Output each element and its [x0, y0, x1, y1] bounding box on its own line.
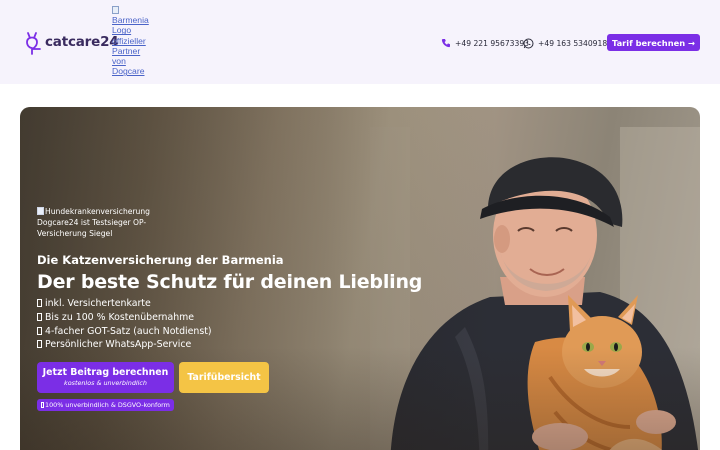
- feature-text: Persönlicher WhatsApp-Service: [45, 339, 192, 351]
- list-item: 4-facher GOT-Satz (auch Notdienst): [37, 325, 212, 339]
- whatsapp-link[interactable]: +49 163 5340918: [523, 36, 607, 50]
- partner-alt-text: Barmenia Logo offizieller Partner von Do…: [112, 15, 149, 77]
- hero-subtitle: Die Katzenversicherung der Barmenia: [37, 253, 284, 267]
- whatsapp-icon: [523, 38, 534, 48]
- whatsapp-number: +49 163 5340918: [538, 38, 608, 48]
- check-icon: [37, 340, 42, 349]
- check-icon: [37, 326, 42, 335]
- broken-image-icon: [37, 207, 44, 215]
- hero-title: Der beste Schutz für deinen Liebling: [37, 271, 423, 293]
- badge-text: 100% unverbindlich & DSGVO-konform: [45, 401, 170, 409]
- site-header: catcare24 Barmenia Logo offizieller Part…: [0, 0, 720, 84]
- logo-cat-mark-icon: [26, 32, 41, 55]
- tarifuebersicht-button[interactable]: Tarifübersicht: [179, 362, 269, 393]
- phone-number: +49 221 95673393: [455, 38, 529, 48]
- hero-banner: Hundekrankenversicherung Dogcare24 ist T…: [20, 107, 700, 450]
- check-icon: [37, 299, 42, 307]
- list-item: inkl. Versichertenkarte: [37, 297, 212, 311]
- cta-main-sublabel: kostenlos & unverbindlich: [64, 379, 147, 387]
- check-icon: [37, 312, 42, 321]
- tarif-berechnen-button[interactable]: Tarif berechnen →: [607, 34, 700, 51]
- logo[interactable]: catcare24: [24, 29, 119, 55]
- feature-list: inkl. Versichertenkarte Bis zu 100 % Kos…: [37, 297, 212, 352]
- beitrag-berechnen-button[interactable]: Jetzt Beitrag berechnen kostenlos & unve…: [37, 362, 174, 393]
- partner-logo-broken-image[interactable]: Barmenia Logo offizieller Partner von Do…: [112, 5, 149, 77]
- feature-text: inkl. Versichertenkarte: [45, 298, 151, 309]
- check-icon: [41, 402, 44, 408]
- broken-image-icon: [112, 6, 119, 14]
- phone-icon: [441, 39, 450, 48]
- siegel-alt-text: Hundekrankenversicherung Dogcare24 ist T…: [37, 207, 151, 238]
- list-item: Bis zu 100 % Kostenübernahme: [37, 311, 212, 325]
- logo-text: catcare24: [45, 34, 119, 50]
- phone-link[interactable]: +49 221 95673393: [441, 36, 529, 50]
- feature-text: Bis zu 100 % Kostenübernahme: [45, 311, 195, 323]
- dsgvo-badge: 100% unverbindlich & DSGVO-konform: [37, 399, 174, 411]
- cta-main-label: Jetzt Beitrag berechnen: [42, 367, 169, 378]
- list-item: Persönlicher WhatsApp-Service: [37, 338, 212, 352]
- feature-text: 4-facher GOT-Satz (auch Notdienst): [45, 325, 212, 337]
- testsieger-siegel-broken-image: Hundekrankenversicherung Dogcare24 ist T…: [37, 206, 162, 239]
